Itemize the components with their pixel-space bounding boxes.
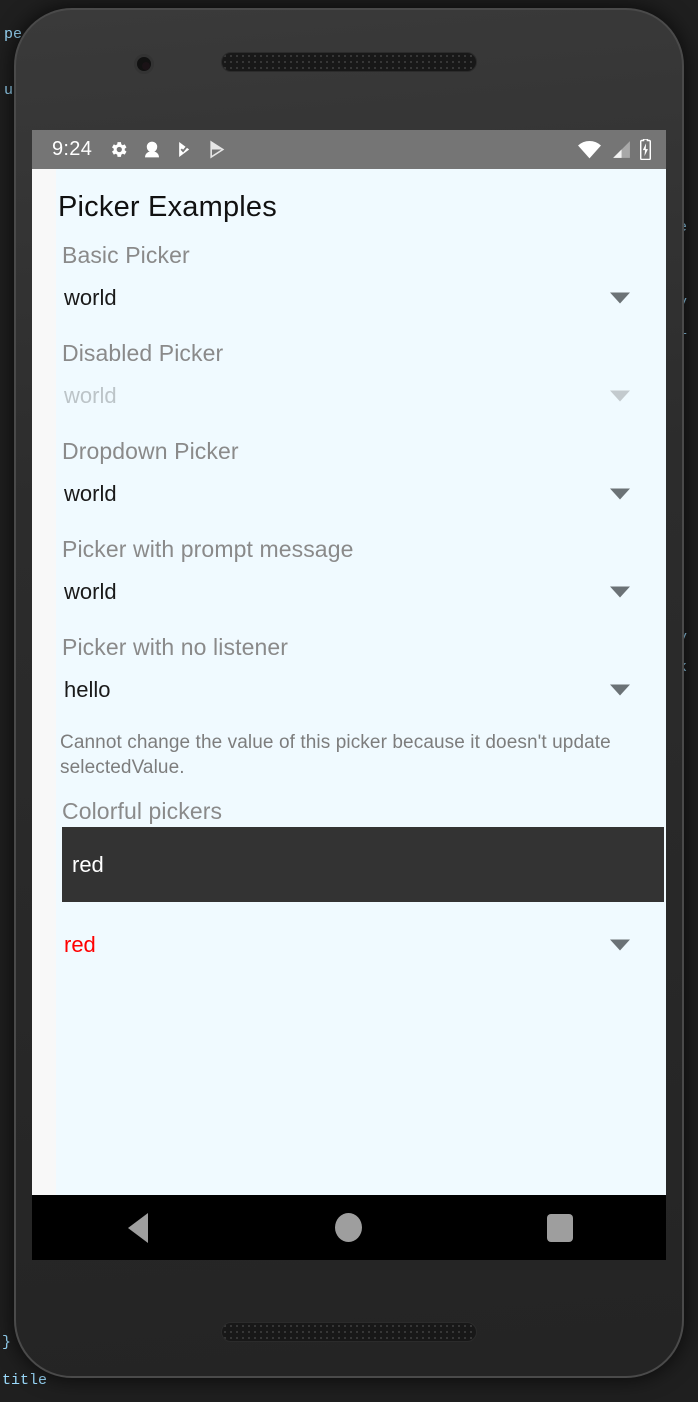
app-content: Picker Examples Basic Picker world Disab… [32,169,666,1260]
label-colorful-pickers: Colorful pickers [62,798,223,824]
label-prompt-picker: Picker with prompt message [62,536,354,562]
label-basic-picker: Basic Picker [62,242,190,268]
picker-colorful-red-value: red [64,931,96,957]
phone-frame: 9:24 Picker Examples Basic Picker world … [14,8,684,1378]
no-listener-note: Cannot change the value of this picker b… [60,732,611,778]
picker-disabled-value: world [64,382,117,408]
dropdown-arrow-icon [610,586,630,597]
recents-square-icon [547,1213,574,1242]
home-circle-icon [335,1213,363,1242]
label-dropdown-picker: Dropdown Picker [62,438,239,464]
chat-bubble-icon [145,141,160,158]
dropdown-arrow-icon [610,684,630,695]
picker-dropdown[interactable]: world [56,465,666,522]
backdrop-code-line: u [4,82,14,99]
back-triangle-icon [127,1212,148,1243]
nav-recents-button[interactable] [455,1213,666,1242]
label-no-listener-picker: Picker with no listener [62,634,288,660]
dropdown-arrow-icon [610,390,630,401]
front-camera-icon [134,54,154,74]
gear-icon [112,142,127,157]
camera-lens [142,62,150,70]
android-navigation-bar [32,1195,666,1260]
label-disabled-picker: Disabled Picker [62,340,224,366]
battery-charging-icon [640,139,651,160]
nav-home-button[interactable] [243,1213,454,1242]
picker-colorful-dark[interactable]: red [62,827,664,902]
picker-basic-value: world [64,284,117,310]
nav-back-button[interactable] [32,1212,243,1243]
picker-disabled: world [56,367,666,424]
dropdown-arrow-icon [610,939,630,950]
cellular-signal-icon [613,141,630,158]
picker-no-listener[interactable]: hello [56,661,666,718]
picker-basic[interactable]: world [56,269,666,326]
status-bar-notification-icons [108,139,227,160]
picker-prompt-value: world [64,578,117,604]
wifi-icon [578,140,601,159]
dropdown-arrow-icon [610,488,630,499]
earpiece-speaker-grille [221,52,477,72]
bottom-speaker-grille [221,1322,477,1342]
dropdown-arrow-icon [610,292,630,303]
picker-examples-scrollview[interactable]: Picker Examples Basic Picker world Disab… [56,169,666,1229]
status-bar-clock: 9:24 [52,138,93,160]
check-flag-icon [179,142,190,157]
status-bar: 9:24 [32,130,666,169]
picker-colorful-red[interactable]: red [56,916,666,973]
picker-no-listener-value: hello [64,676,111,702]
backdrop-code-line: title [2,1372,48,1389]
phone-screen: 9:24 Picker Examples Basic Picker world … [32,130,666,1260]
status-bar-system-icons [577,139,652,160]
picker-prompt[interactable]: world [56,563,666,620]
play-store-icon [210,140,225,159]
backdrop-code-line: } [2,1334,12,1351]
page-title: Picker Examples [58,191,277,223]
picker-colorful-dark-value: red [72,851,104,877]
picker-dropdown-value: world [64,480,117,506]
